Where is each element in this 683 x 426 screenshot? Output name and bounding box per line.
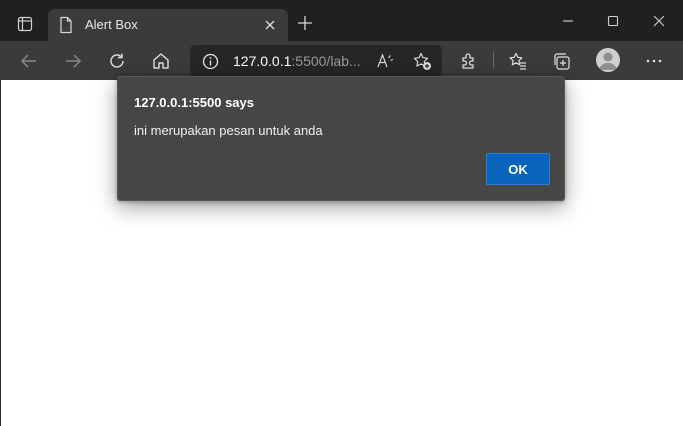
favorites-icon[interactable] xyxy=(506,49,530,73)
url-path: :5500/lab... xyxy=(291,53,361,69)
tab-title: Alert Box xyxy=(85,17,138,32)
info-icon[interactable] xyxy=(202,53,219,70)
collections-icon[interactable] xyxy=(550,49,574,73)
toolbar-divider xyxy=(493,51,494,69)
ok-button[interactable]: OK xyxy=(486,153,550,185)
browser-toolbar: 127.0.0.1:5500/lab... xyxy=(0,41,683,80)
maximize-icon[interactable] xyxy=(602,10,624,32)
arrow-left-icon[interactable] xyxy=(17,49,41,73)
address-url[interactable]: 127.0.0.1:5500/lab... xyxy=(233,53,361,69)
close-icon[interactable] xyxy=(262,17,278,33)
home-icon[interactable] xyxy=(149,49,173,73)
avatar[interactable] xyxy=(596,48,620,72)
url-host: 127.0.0.1 xyxy=(233,53,292,69)
more-icon[interactable] xyxy=(642,49,666,73)
puzzle-icon[interactable] xyxy=(457,49,481,73)
close-icon[interactable] xyxy=(648,10,670,32)
dialog-message: ini merupakan pesan untuk anda xyxy=(134,123,323,138)
browser-titlebar: Alert Box xyxy=(0,0,683,41)
arrow-right-icon[interactable] xyxy=(61,49,85,73)
plus-icon[interactable] xyxy=(296,14,314,32)
address-bar[interactable]: 127.0.0.1:5500/lab... xyxy=(190,45,442,77)
refresh-icon[interactable] xyxy=(105,49,129,73)
dialog-title: 127.0.0.1:5500 says xyxy=(134,95,254,110)
tab-alert-box[interactable]: Alert Box xyxy=(48,9,288,41)
minimize-icon[interactable] xyxy=(557,10,579,32)
page-icon xyxy=(58,16,74,34)
star-add-icon[interactable] xyxy=(412,51,432,71)
read-aloud-icon[interactable] xyxy=(376,52,394,70)
alert-dialog: 127.0.0.1:5500 says ini merupakan pesan … xyxy=(117,76,565,201)
tab-actions-icon[interactable] xyxy=(8,8,42,40)
